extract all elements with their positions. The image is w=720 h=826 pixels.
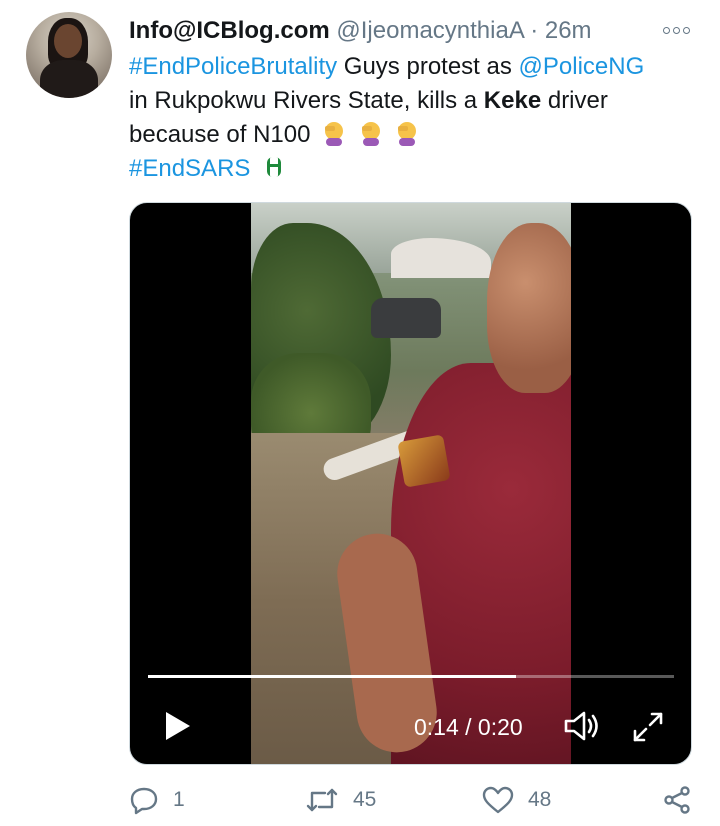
- video-time-display: 0:14 / 0:20: [414, 714, 523, 740]
- more-dot: [673, 26, 680, 34]
- video-frame: [251, 203, 571, 764]
- tweet-text-bold-word: Keke: [483, 87, 542, 114]
- video-shirt-logo: [397, 434, 451, 488]
- tweet-time[interactable]: 26m: [545, 17, 592, 44]
- video-progress-bar[interactable]: [148, 675, 674, 678]
- tweet-text: #EndPoliceBrutality Guys protest as @Pol…: [129, 50, 689, 186]
- fullscreen-icon[interactable]: [630, 709, 666, 745]
- facepalm-emoji-icon: [398, 122, 417, 146]
- tweet-header: Info@ICBlog.com @IjeomacynthiaA · 26m: [129, 14, 669, 48]
- play-icon[interactable]: [160, 709, 194, 743]
- facepalm-emoji-icon: [361, 122, 380, 146]
- heart-icon: [482, 786, 514, 814]
- tweet-text-part3: driver: [541, 87, 608, 114]
- volume-icon[interactable]: [562, 709, 602, 743]
- hashtag-endpolicebrutality[interactable]: #EndPoliceBrutality: [129, 53, 337, 80]
- endsars-fist-emoji-icon: [267, 157, 282, 177]
- tweet-text-part1: Guys protest as: [337, 53, 519, 80]
- facepalm-emoji-icon: [325, 122, 344, 146]
- tweet-actions: 1 45 48: [129, 780, 692, 820]
- video-player[interactable]: 0:14 / 0:20: [129, 202, 692, 765]
- retweet-count: 45: [353, 788, 377, 811]
- author-handle[interactable]: @IjeomacynthiaA: [336, 17, 523, 44]
- video-man-head: [487, 223, 571, 393]
- tweet-line-3: because of N100: [129, 118, 689, 152]
- more-options-icon[interactable]: [663, 22, 693, 38]
- tweet-line-4: #EndSARS: [129, 152, 689, 186]
- reply-icon: [130, 787, 158, 815]
- hashtag-endsars[interactable]: #EndSARS: [129, 155, 250, 182]
- more-dot: [683, 26, 690, 34]
- author-name[interactable]: Info@ICBlog.com: [129, 17, 330, 44]
- video-car: [371, 298, 441, 338]
- share-button[interactable]: [662, 780, 692, 820]
- reply-count: 1: [173, 788, 185, 811]
- retweet-button[interactable]: 45: [305, 780, 376, 820]
- avatar-body: [40, 60, 98, 98]
- separator-dot: ·: [530, 17, 539, 44]
- tweet-text-part4: because of N100: [129, 121, 311, 148]
- tweet-line-1: #EndPoliceBrutality Guys protest as @Pol…: [129, 50, 689, 84]
- like-count: 48: [528, 788, 552, 811]
- tweet-text-part2: in Rukpokwu Rivers State, kills a: [129, 87, 484, 114]
- video-progress-fill: [148, 675, 517, 678]
- more-dot: [663, 26, 670, 34]
- tweet-line-2: in Rukpokwu Rivers State, kills a Keke d…: [129, 84, 689, 118]
- mention-policeng[interactable]: @PoliceNG: [519, 53, 645, 80]
- reply-button[interactable]: 1: [129, 780, 185, 820]
- retweet-icon: [306, 788, 338, 812]
- author-avatar[interactable]: [26, 12, 112, 98]
- share-icon: [664, 786, 690, 814]
- like-button[interactable]: 48: [482, 780, 551, 820]
- avatar-face: [54, 24, 82, 58]
